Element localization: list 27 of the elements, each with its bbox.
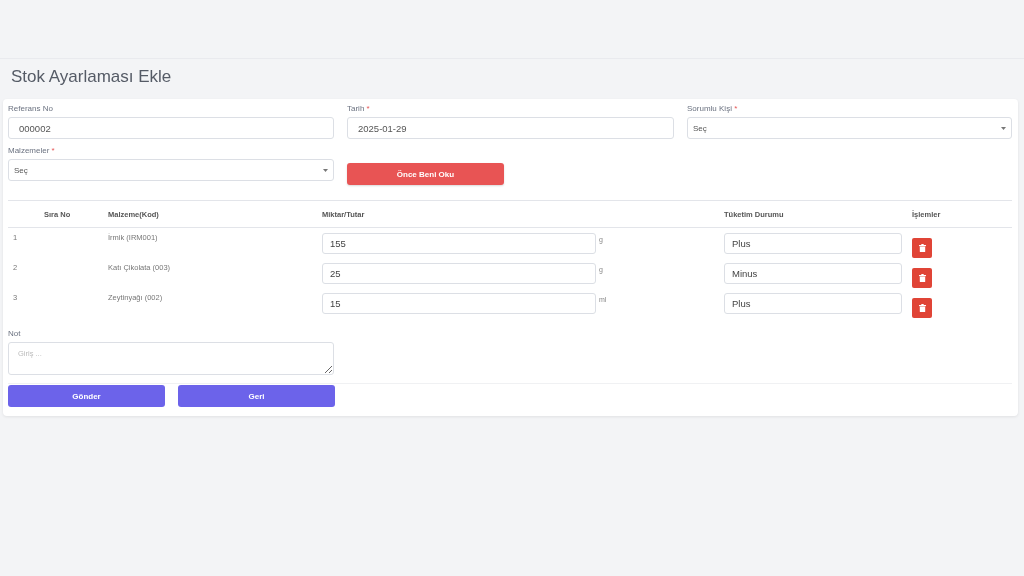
back-button[interactable]: Geri: [178, 385, 335, 407]
submit-button[interactable]: Gönder: [8, 385, 165, 407]
trash-icon: [918, 244, 926, 252]
caret-icon: [1001, 126, 1006, 130]
delete-button[interactable]: [912, 238, 932, 258]
amount-field[interactable]: 15: [322, 293, 596, 314]
field-label: Tarih *: [347, 104, 371, 114]
select-field[interactable]: Seç: [8, 159, 334, 181]
input-field[interactable]: 000002: [8, 117, 334, 139]
status-field[interactable]: Plus: [724, 233, 902, 254]
status-field[interactable]: Plus: [724, 293, 902, 314]
trash-icon: [918, 274, 926, 282]
read-first-button[interactable]: Önce Beni Oku: [347, 163, 504, 185]
delete-button[interactable]: [912, 268, 932, 288]
status-field[interactable]: Minus: [724, 263, 902, 284]
field-label: Malzemeler *: [8, 146, 56, 156]
field-label: Referans No: [8, 104, 54, 114]
delete-button[interactable]: [912, 298, 932, 318]
amount-field[interactable]: 25: [322, 263, 596, 284]
input-field[interactable]: 2025-01-29: [347, 117, 674, 139]
field-label: Sorumlu Kişi *: [687, 104, 739, 114]
trash-icon: [918, 304, 926, 312]
select-field[interactable]: Seç: [687, 117, 1012, 139]
field-label: Not: [8, 329, 22, 339]
caret-icon: [323, 168, 328, 172]
page-title: Stok Ayarlaması Ekle: [10, 66, 173, 88]
amount-field[interactable]: 155: [322, 233, 596, 254]
